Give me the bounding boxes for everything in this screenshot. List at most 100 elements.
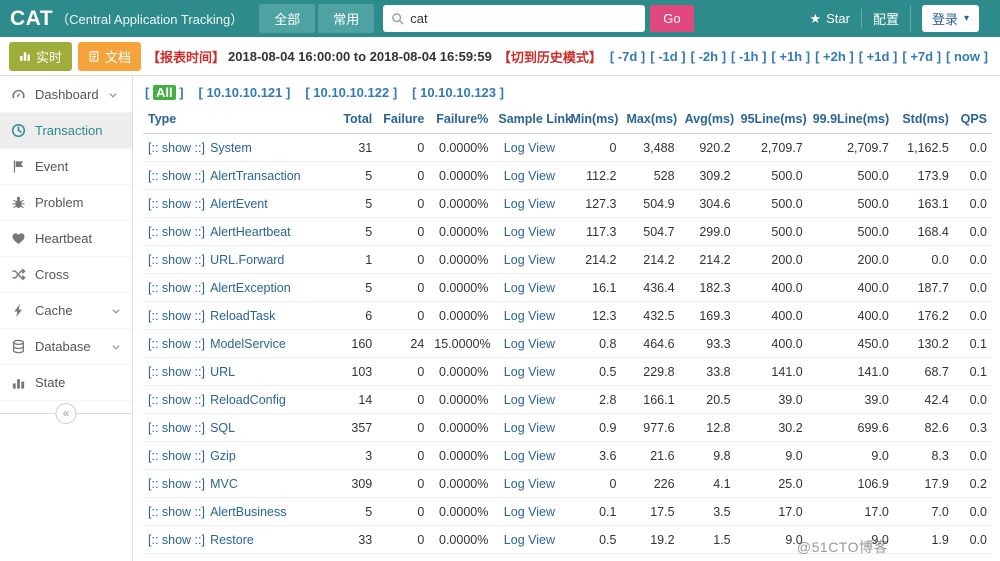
sample-cell: Log View [493,217,566,246]
show-link[interactable]: [:: show ::] [148,225,205,239]
show-link[interactable]: [:: show ::] [148,449,205,463]
type-link[interactable]: AlertEvent [210,197,268,211]
show-link[interactable]: [:: show ::] [148,477,205,491]
type-link[interactable]: AlertBusiness [210,505,286,519]
qps-cell: 0.0 [953,189,992,218]
login-button[interactable]: 登录 ▾ [921,5,979,32]
sidebar-item-label: Cache [35,303,73,318]
column-header[interactable]: QPS [953,108,992,134]
log-view-link[interactable]: Log View [504,197,555,211]
time-shift-link[interactable]: [ -7d ] [610,49,645,64]
type-link[interactable]: AlertException [210,281,291,295]
machine-link-10.10.10.123[interactable]: [ 10.10.10.123 ] [412,85,504,100]
log-view-link[interactable]: Log View [504,253,555,267]
log-view-link[interactable]: Log View [504,365,555,379]
log-view-link[interactable]: Log View [504,309,555,323]
sidebar-item-heartbeat[interactable]: Heartbeat [0,221,132,257]
avg-cell: 20.5 [679,385,736,414]
go-button[interactable]: Go [650,5,694,32]
log-view-link[interactable]: Log View [504,169,555,183]
type-link[interactable]: Restore [210,533,254,547]
config-button[interactable]: 配置 [860,9,910,28]
sidebar-item-problem[interactable]: Problem [0,185,132,221]
type-link[interactable]: URL [210,365,235,379]
column-header[interactable]: Std(ms) [893,108,954,134]
collapse-sidebar-button[interactable]: « [55,403,77,424]
show-link[interactable]: [:: show ::] [148,337,205,351]
type-link[interactable]: ModelService [210,337,286,351]
time-shift-link[interactable]: [ -1d ] [650,49,685,64]
show-link[interactable]: [:: show ::] [148,365,205,379]
sidebar-item-database[interactable]: Database [0,329,132,365]
show-link[interactable]: [:: show ::] [148,141,205,155]
column-header[interactable]: Avg(ms) [679,108,736,134]
log-view-link[interactable]: Log View [504,225,555,239]
sidebar-item-state[interactable]: State [0,365,132,401]
sidebar-item-dashboard[interactable]: Dashboard [0,77,132,113]
show-link[interactable]: [:: show ::] [148,421,205,435]
show-link[interactable]: [:: show ::] [148,505,205,519]
show-link[interactable]: [:: show ::] [148,393,205,407]
type-link[interactable]: System [210,141,252,155]
column-header[interactable]: Type [143,108,324,134]
avg-cell: 309.2 [679,161,736,190]
show-link[interactable]: [:: show ::] [148,281,205,295]
type-link[interactable]: URL.Forward [210,253,284,267]
type-link[interactable]: ReloadConfig [210,393,286,407]
log-view-link[interactable]: Log View [504,477,555,491]
time-shift-link[interactable]: [ +2h ] [815,49,854,64]
column-header[interactable]: Min(ms) [565,108,622,134]
log-view-link[interactable]: Log View [504,281,555,295]
realtime-button[interactable]: 实时 [9,41,73,71]
machine-link-10.10.10.122[interactable]: [ 10.10.10.122 ] [305,85,397,100]
show-link[interactable]: [:: show ::] [148,253,205,267]
machine-link-all[interactable]: [ All ] [145,85,184,100]
log-view-link[interactable]: Log View [504,533,555,547]
machine-link-10.10.10.121[interactable]: [ 10.10.10.121 ] [199,85,291,100]
type-link[interactable]: Gzip [210,449,236,463]
show-link[interactable]: [:: show ::] [148,309,205,323]
history-mode-link[interactable]: 【切到历史模式】 [498,47,602,66]
time-shift-link[interactable]: [ +1d ] [859,49,898,64]
show-link[interactable]: [:: show ::] [148,169,205,183]
p95-cell: 500.0 [735,189,808,218]
log-view-link[interactable]: Log View [504,141,555,155]
column-header[interactable]: Failure [377,108,430,134]
header-tab-1[interactable]: 常用 [318,4,375,33]
time-shift-link[interactable]: [ +1h ] [771,49,810,64]
type-link[interactable]: AlertTransaction [210,169,301,183]
show-cell: [:: show ::] [143,329,206,358]
column-header[interactable]: Max(ms) [621,108,680,134]
time-shift-link[interactable]: [ +7d ] [902,49,941,64]
time-shift-link[interactable]: [ -2h ] [691,49,726,64]
doc-button[interactable]: 文档 [78,41,142,71]
column-header[interactable]: 95Line(ms) [735,108,808,134]
log-view-link[interactable]: Log View [504,393,555,407]
qps-cell: 0.0 [953,245,992,274]
log-view-link[interactable]: Log View [504,505,555,519]
time-shift-link[interactable]: [ -1h ] [731,49,766,64]
column-header[interactable]: Total [323,108,378,134]
column-header[interactable]: Sample Link [493,108,572,134]
show-link[interactable]: [:: show ::] [148,533,205,547]
show-link[interactable]: [:: show ::] [148,197,205,211]
sidebar-item-cache[interactable]: Cache [0,293,132,329]
column-header[interactable]: 99.9Line(ms) [807,108,894,134]
time-shift-link[interactable]: [ now ] [946,49,988,64]
type-link[interactable]: ReloadTask [210,309,275,323]
sidebar-item-transaction[interactable]: Transaction [0,113,132,149]
star-button[interactable]: ★ Star [798,11,861,27]
search-input[interactable] [410,11,638,26]
sidebar-item-cross[interactable]: Cross [0,257,132,293]
column-header[interactable]: Failure% [429,108,494,134]
qps-cell: 0.2 [953,469,992,498]
std-cell: 7.0 [893,497,954,526]
type-link[interactable]: MVC [210,477,238,491]
type-link[interactable]: SQL [210,421,235,435]
log-view-link[interactable]: Log View [504,337,555,351]
log-view-link[interactable]: Log View [504,421,555,435]
log-view-link[interactable]: Log View [504,449,555,463]
type-link[interactable]: AlertHeartbeat [210,225,291,239]
header-tab-0[interactable]: 全部 [259,4,316,33]
sidebar-item-event[interactable]: Event [0,149,132,185]
